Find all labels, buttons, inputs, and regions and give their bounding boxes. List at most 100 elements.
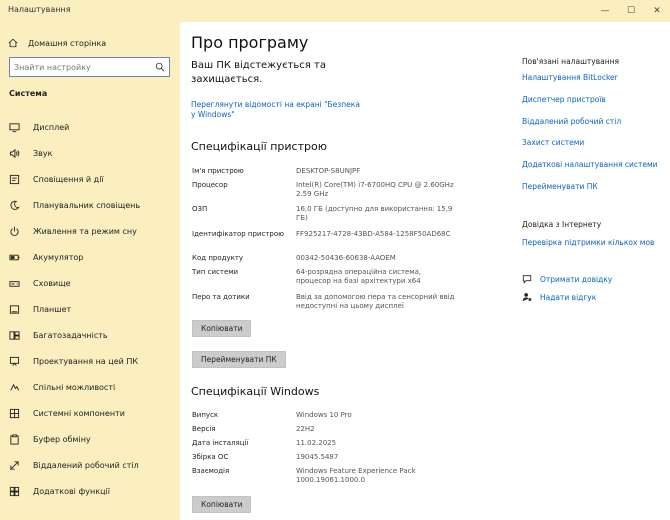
related-link-device-manager[interactable]: Диспетчер пристроїв	[522, 95, 606, 104]
sidebar-item-label: Сховище	[33, 278, 71, 288]
spec-key: Код продукту	[192, 254, 244, 262]
sidebar-item-display[interactable]: Дисплей	[0, 114, 180, 140]
sidebar-item-notifications[interactable]: Сповіщення й дії	[0, 166, 180, 192]
sidebar-item-remote-desktop[interactable]: Віддалений робочий стіл	[0, 452, 180, 478]
web-help-heading: Довідка з Інтернету	[522, 220, 602, 229]
search-icon[interactable]	[155, 62, 165, 72]
search-input[interactable]	[14, 58, 152, 76]
sidebar-item-label: Планшет	[33, 304, 72, 314]
sidebar-item-label: Багатозадачність	[33, 330, 108, 340]
notifications-icon	[9, 174, 19, 184]
feedback-link[interactable]: Надати відгук	[522, 292, 596, 302]
spec-key: Ідентифікатор пристрою	[192, 230, 285, 238]
main-content: Про програму Ваш ПК відстежується та зах…	[180, 22, 670, 520]
spec-value: 19045.5487	[296, 453, 339, 461]
window-title: Налаштування	[8, 5, 71, 14]
spec-value: 16,0 ГБ (доступно для використання: 15,9…	[296, 205, 453, 222]
get-help-label: Отримати довідку	[540, 274, 613, 284]
minimize-button[interactable]: —	[592, 0, 618, 22]
sidebar-item-shared-experiences[interactable]: Спільні можливості	[0, 374, 180, 400]
related-link-rename-pc[interactable]: Перейменувати ПК	[522, 182, 598, 191]
spec-value: 11.02.2025	[296, 439, 337, 447]
moon-icon	[9, 200, 20, 210]
sound-icon	[9, 148, 19, 158]
sidebar-item-projecting[interactable]: Проектування на цей ПК	[0, 348, 180, 374]
home-icon	[8, 38, 18, 48]
sidebar-item-label: Планувальник сповіщень	[33, 200, 141, 210]
sidebar-item-label: Проектування на цей ПК	[33, 356, 139, 366]
spec-key: ОЗП	[192, 205, 208, 213]
sidebar-item-label: Спільні можливості	[33, 382, 116, 392]
spec-value: Windows Feature Experience Pack 1000.190…	[296, 467, 416, 484]
page-title: Про програму	[191, 33, 309, 52]
related-settings-heading: Пов'язані налаштування	[522, 57, 620, 66]
sidebar-item-battery[interactable]: Акумулятор	[0, 244, 180, 270]
sidebar-item-multitasking[interactable]: Багатозадачність	[0, 322, 180, 348]
device-specs-heading: Специфікації пристрою	[191, 140, 327, 153]
spec-key: Взаємодія	[192, 467, 230, 475]
help-link-multilanguage[interactable]: Перевірка підтримки кількох мов	[522, 238, 654, 247]
spec-key: Ім'я пристрою	[192, 167, 244, 175]
spec-value: Ввід за допомогою пера та сенсорний ввід…	[296, 293, 455, 310]
sidebar-item-sound[interactable]: Звук	[0, 140, 180, 166]
feedback-label: Надати відгук	[540, 292, 597, 302]
sidebar-item-label: Звук	[33, 148, 53, 158]
sidebar-item-clipboard[interactable]: Буфер обміну	[0, 426, 180, 452]
home-label: Домашня сторінка	[28, 38, 107, 48]
related-link-bitlocker[interactable]: Налаштування BitLocker	[522, 73, 618, 82]
sidebar-item-label: Буфер обміну	[33, 434, 91, 444]
sidebar-item-system-components[interactable]: Системні компоненти	[0, 400, 180, 426]
search-box[interactable]	[9, 57, 170, 77]
sidebar-item-label: Додаткові функції	[33, 486, 110, 496]
related-link-advanced-settings[interactable]: Додаткові налаштування системи	[522, 160, 658, 169]
spec-value: 00342-50436-60638-AAOEM	[296, 254, 396, 262]
sidebar-item-optional-features[interactable]: Додаткові функції	[0, 478, 180, 504]
sidebar-item-label: Сповіщення й дії	[33, 174, 104, 184]
sidebar-item-label: Дисплей	[33, 122, 70, 132]
related-link-system-protection[interactable]: Захист системи	[522, 138, 584, 147]
spec-value: 64-розрядна операційна система, процесор…	[296, 268, 422, 285]
sidebar-item-power[interactable]: Живлення та режим сну	[0, 218, 180, 244]
shared-experiences-icon	[9, 383, 19, 390]
protection-status: Ваш ПК відстежується та захищається.	[191, 60, 326, 85]
spec-key: Дата інсталяції	[192, 439, 249, 447]
home-link[interactable]: Домашня сторінка	[8, 34, 106, 52]
copy-windows-specs-button[interactable]: Копіювати	[192, 496, 252, 513]
display-icon	[8, 122, 20, 132]
sidebar-item-label: Віддалений робочий стіл	[33, 460, 139, 470]
get-help-link[interactable]: Отримати довідку	[522, 274, 612, 284]
help-chat-icon	[522, 275, 532, 284]
windows-specs-heading: Специфікації Windows	[191, 385, 320, 398]
rename-pc-button[interactable]: Перейменувати ПК	[192, 351, 286, 368]
tablet-icon	[9, 304, 19, 314]
spec-key: Збірка ОС	[192, 453, 229, 461]
sidebar-item-label: Акумулятор	[33, 252, 84, 262]
sidebar: Домашня сторінка Система Дисплей Звук Сп…	[0, 22, 180, 520]
clipboard-icon	[9, 433, 19, 445]
spec-key: Процесор	[192, 181, 228, 189]
projecting-icon	[9, 356, 19, 366]
feedback-person-icon	[522, 293, 532, 302]
multitasking-icon	[8, 330, 20, 340]
remote-desktop-icon	[9, 460, 19, 470]
copy-device-specs-button[interactable]: Копіювати	[192, 320, 252, 337]
close-button[interactable]: ✕	[644, 0, 670, 22]
spec-value: 22H2	[296, 425, 315, 433]
sidebar-item-storage[interactable]: Сховище	[0, 270, 180, 296]
sidebar-item-label: Системні компоненти	[33, 408, 125, 418]
battery-icon	[8, 254, 19, 260]
maximize-button[interactable]: ☐	[618, 0, 644, 22]
sidebar-item-tablet[interactable]: Планшет	[0, 296, 180, 322]
title-bar: Налаштування — ☐ ✕	[0, 0, 670, 22]
optional-features-icon	[9, 486, 19, 496]
spec-key: Перо та дотики	[192, 293, 250, 301]
spec-key: Версія	[192, 425, 216, 433]
storage-icon	[8, 280, 20, 287]
security-details-link[interactable]: Переглянути відомості на екрані "Безпека…	[191, 100, 361, 120]
spec-value: Windows 10 Pro	[296, 411, 352, 419]
spec-value: Intel(R) Core(TM) i7-6700HQ CPU @ 2.60GH…	[296, 181, 454, 198]
sidebar-item-focus-assist[interactable]: Планувальник сповіщень	[0, 192, 180, 218]
components-icon	[9, 408, 19, 418]
spec-key: Тип системи	[192, 268, 239, 276]
related-link-remote-desktop[interactable]: Віддалений робочий стіл	[522, 117, 621, 126]
